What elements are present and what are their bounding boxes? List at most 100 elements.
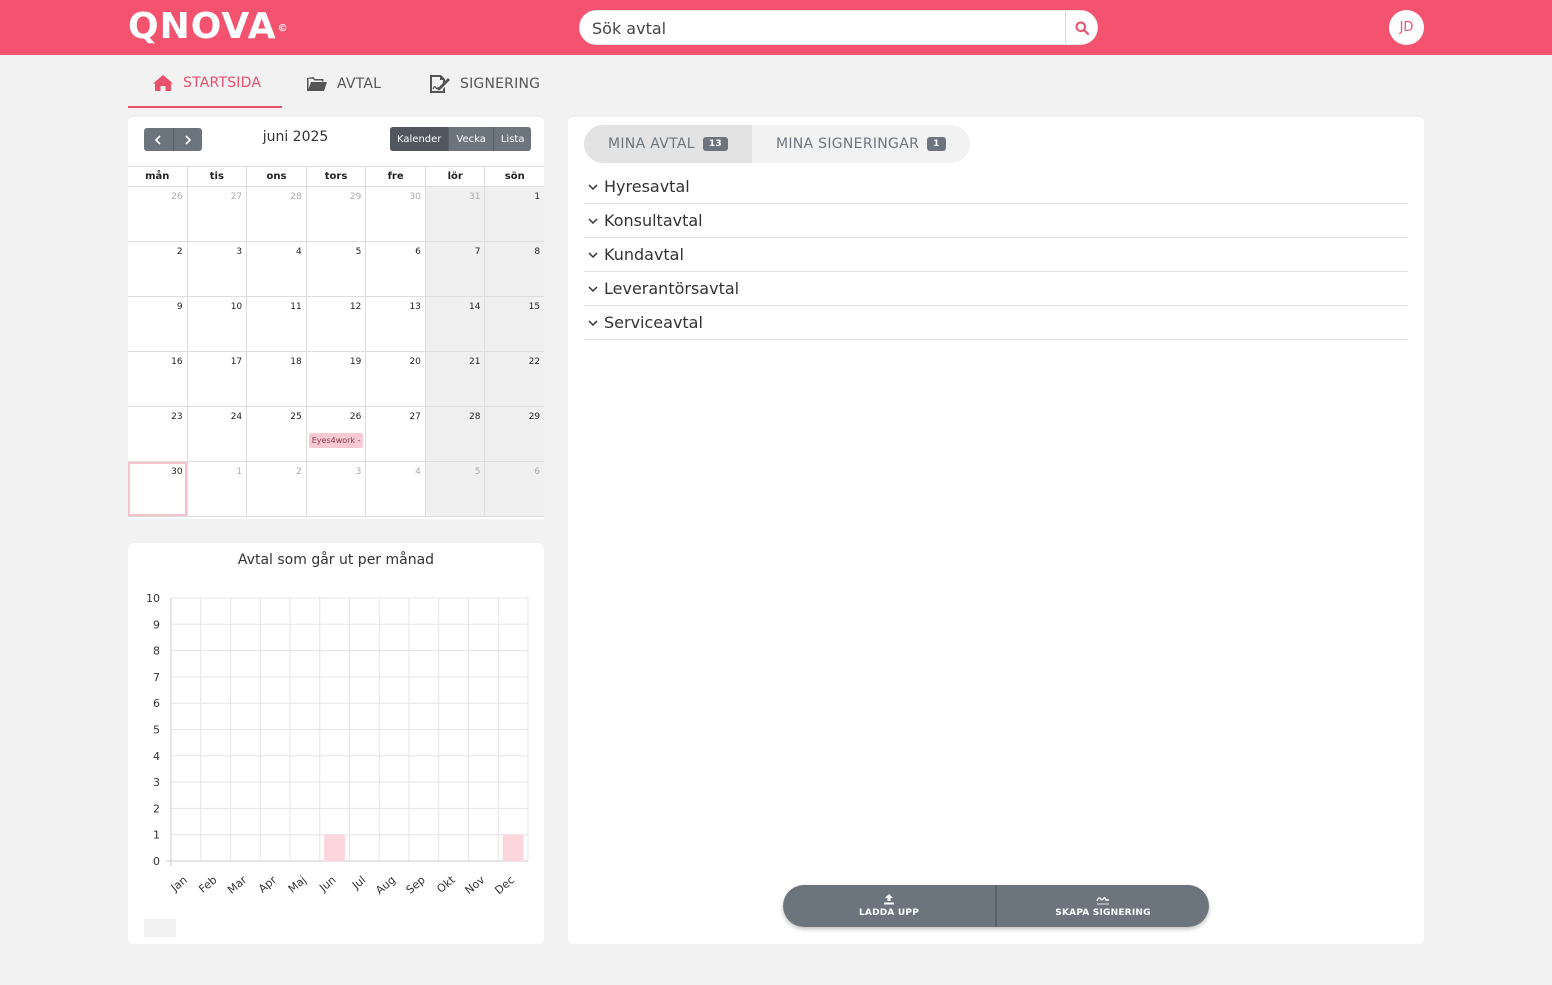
weekday-label: ons — [246, 167, 306, 186]
calendar-day[interactable]: 8 — [484, 242, 545, 296]
calendar-day[interactable]: 9 — [128, 297, 187, 351]
chart-canvas: 0 1 2 3 4 5 6 7 8 9 10 Jan Feb Mar Apr Maj Jun Jul Aug Sep O… — [146, 592, 529, 897]
x-tick-label: Nov — [463, 873, 488, 897]
calendar-day[interactable]: 7 — [424, 242, 485, 296]
calendar-day[interactable]: 5 — [424, 462, 485, 516]
calendar-day[interactable]: 4 — [365, 462, 425, 516]
calendar-day[interactable]: 31 — [424, 187, 485, 241]
prev-month-button[interactable] — [144, 128, 174, 151]
calendar-day[interactable]: 6 — [365, 242, 425, 296]
calendar-day[interactable]: 26 Eyes4work - — [305, 407, 366, 461]
logo[interactable]: QNOVA© — [128, 8, 289, 46]
day-number: 4 — [296, 247, 302, 257]
calendar-day[interactable]: 1 — [186, 462, 247, 516]
calendar-day[interactable]: 11 — [246, 297, 306, 351]
chart-bar — [324, 834, 346, 861]
calendar-day[interactable]: 4 — [246, 242, 306, 296]
calendar-day[interactable]: 2 — [128, 242, 187, 296]
category-hyresavtal[interactable]: Hyresavtal — [584, 170, 1408, 204]
calendar-day[interactable]: 19 — [305, 352, 366, 406]
category-leverantorsavtal[interactable]: Leverantörsavtal — [584, 272, 1408, 306]
y-tick-label: 3 — [153, 776, 160, 789]
view-lista-button[interactable]: Lista — [492, 127, 532, 151]
calendar-day[interactable]: 26 — [128, 187, 187, 241]
calendar-day[interactable]: 12 — [305, 297, 366, 351]
calendar-day[interactable]: 28 — [246, 187, 306, 241]
calendar-day[interactable]: 21 — [424, 352, 485, 406]
calendar-day[interactable]: 27 — [365, 407, 425, 461]
upload-button[interactable]: LADDA UPP — [783, 885, 995, 927]
tab-startsida[interactable]: STARTSIDA — [128, 60, 282, 108]
category-konsultavtal[interactable]: Konsultavtal — [584, 204, 1408, 238]
calendar-day[interactable]: 1 — [484, 187, 545, 241]
calendar-day[interactable]: 25 — [246, 407, 306, 461]
day-number: 19 — [349, 357, 362, 367]
calendar-day[interactable]: 23 — [128, 407, 187, 461]
day-number: 5 — [355, 247, 362, 257]
day-number: 23 — [171, 412, 183, 422]
day-number: 29 — [349, 192, 362, 202]
calendar-day[interactable]: 6 — [484, 462, 545, 516]
view-kalender-button[interactable]: Kalender — [390, 127, 449, 151]
tab-signering[interactable]: SIGNERING — [429, 60, 540, 108]
calendar-day[interactable]: 3 — [186, 242, 247, 296]
calendar-week: 16 17 18 19 20 21 22 — [128, 352, 545, 407]
calendar-day[interactable]: 17 — [186, 352, 247, 406]
view-vecka-button[interactable]: Vecka — [448, 127, 492, 151]
tab-label: MINA AVTAL — [608, 136, 695, 152]
calendar-day[interactable]: 22 — [484, 352, 545, 406]
calendar-day[interactable]: 28 — [424, 407, 485, 461]
category-serviceavtal[interactable]: Serviceavtal — [584, 306, 1408, 340]
day-number: 1 — [236, 467, 243, 477]
calendar-event[interactable]: Eyes4work - — [308, 433, 364, 448]
day-number: 22 — [528, 357, 541, 367]
tab-mina-avtal[interactable]: MINA AVTAL 13 — [584, 125, 752, 163]
y-tick-label: 5 — [153, 724, 160, 737]
calendar-day[interactable]: 16 — [128, 352, 187, 406]
calendar-day[interactable]: 3 — [305, 462, 366, 516]
calendar-day[interactable]: 18 — [246, 352, 306, 406]
x-tick-label: Sep — [404, 873, 428, 896]
calendar-day[interactable]: 29 — [305, 187, 366, 241]
calendar-day[interactable]: 24 — [186, 407, 247, 461]
chevron-right-icon — [185, 134, 191, 145]
contract-category-list: Hyresavtal Konsultavtal Kundavtal Levera… — [584, 170, 1408, 340]
upload-label: LADDA UPP — [858, 908, 920, 918]
tab-mina-signeringar[interactable]: MINA SIGNERINGAR 1 — [752, 125, 970, 163]
chart-legend[interactable] — [144, 919, 176, 937]
tab-avtal[interactable]: AVTAL — [306, 60, 381, 108]
calendar-day[interactable]: 13 — [365, 297, 425, 351]
create-signing-button[interactable]: SKAPA SIGNERING — [995, 885, 1209, 927]
calendar-day[interactable]: 10 — [186, 297, 247, 351]
calendar-day[interactable]: 14 — [424, 297, 485, 351]
top-header: QNOVA© JD — [0, 0, 1552, 55]
chevron-left-icon — [155, 134, 161, 145]
day-number: 4 — [415, 467, 421, 477]
next-month-button[interactable] — [174, 128, 203, 151]
user-avatar[interactable]: JD — [1389, 10, 1424, 45]
day-number: 30 — [171, 467, 183, 477]
calendar-week: 2 3 4 5 6 7 8 — [128, 242, 545, 297]
calendar-day[interactable]: 29 — [484, 407, 545, 461]
calendar-day[interactable]: 2 — [246, 462, 306, 516]
calendar-day[interactable]: 30 — [128, 462, 187, 516]
category-label: Serviceavtal — [604, 313, 703, 332]
day-number: 6 — [415, 247, 421, 257]
contracts-tabs: MINA AVTAL 13 MINA SIGNERINGAR 1 — [584, 125, 970, 163]
calendar-day[interactable]: 27 — [186, 187, 247, 241]
x-tick-label: Jun — [316, 873, 338, 895]
category-kundavtal[interactable]: Kundavtal — [584, 238, 1408, 272]
day-number: 13 — [409, 302, 421, 312]
calendar-day[interactable]: 30 — [365, 187, 425, 241]
category-label: Hyresavtal — [604, 177, 690, 196]
x-tick-label: Okt — [434, 873, 458, 896]
calendar-day[interactable]: 15 — [484, 297, 545, 351]
folder-open-icon — [307, 77, 327, 91]
x-tick-label: Jan — [168, 873, 190, 895]
tab-label: MINA SIGNERINGAR — [775, 136, 920, 152]
day-number: 27 — [230, 192, 243, 202]
search-input[interactable] — [592, 16, 1062, 40]
calendar-day[interactable]: 20 — [365, 352, 425, 406]
calendar-day[interactable]: 5 — [305, 242, 366, 296]
search-button[interactable] — [1065, 11, 1097, 44]
